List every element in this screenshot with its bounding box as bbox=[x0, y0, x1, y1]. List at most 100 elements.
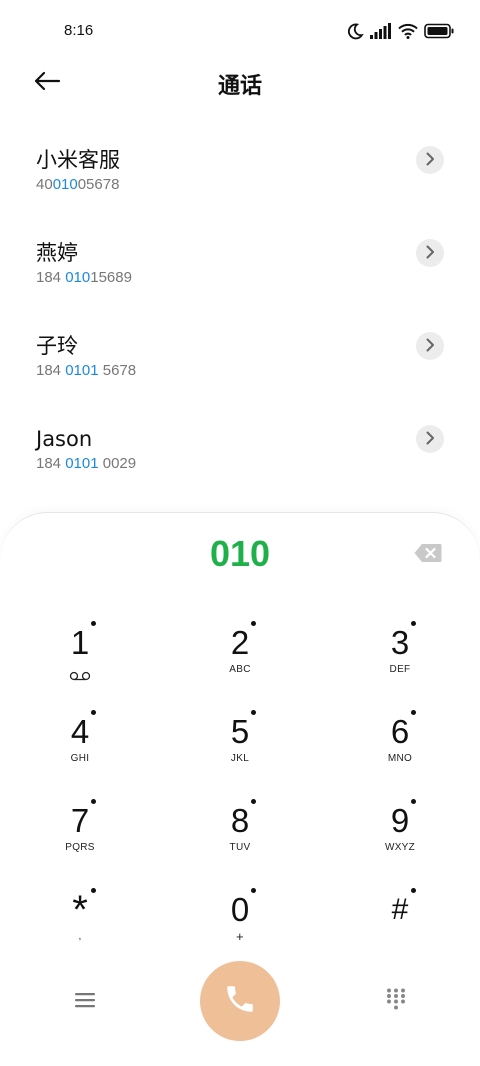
contact-item[interactable]: Jason 184 0101 0029 bbox=[0, 417, 480, 510]
key-4[interactable]: 4 GHI bbox=[0, 702, 160, 791]
key-digit: 6 bbox=[390, 713, 410, 750]
signal-icon bbox=[370, 23, 392, 39]
contact-name: 燕婷 bbox=[36, 241, 78, 265]
contact-name: 子玲 bbox=[36, 334, 78, 358]
phone-icon bbox=[223, 982, 257, 1020]
keypad: 1 2 ABC 3 DEF 4 GHI 5 JKL 6 MNO 7 PQRS 8… bbox=[0, 613, 480, 969]
wifi-icon bbox=[398, 23, 418, 39]
key-letters: PQRS bbox=[65, 842, 95, 853]
number-suffix: 5678 bbox=[98, 362, 137, 379]
key-digit: 4 bbox=[70, 713, 90, 750]
call-button[interactable] bbox=[200, 961, 280, 1041]
backspace-icon bbox=[414, 544, 442, 567]
contact-name: 小米客服 bbox=[36, 148, 120, 172]
key-5[interactable]: 5 JKL bbox=[160, 702, 320, 791]
contact-number: 184 0101 5678 bbox=[36, 360, 480, 382]
key-digit: 1 bbox=[70, 624, 90, 661]
key-digit: 8 bbox=[230, 802, 250, 839]
dialpad-sheet: 010 1 2 ABC 3 DEF 4 GHI 5 JKL 6 MNO 7 PQ… bbox=[0, 512, 480, 1066]
number-prefix: 184 bbox=[36, 455, 66, 472]
number-prefix: 184 bbox=[36, 362, 66, 379]
key-letters: WXYZ bbox=[384, 842, 416, 853]
contact-detail-button[interactable] bbox=[416, 239, 444, 267]
number-suffix: 15689 bbox=[90, 269, 132, 286]
number-suffix: 05678 bbox=[77, 176, 120, 193]
contact-list: 小米客服 4001005678 燕婷 184 01015689 子玲 184 0… bbox=[0, 138, 480, 510]
key-indicator-dot bbox=[91, 888, 96, 893]
chevron-right-icon bbox=[425, 244, 435, 263]
key-indicator-dot bbox=[411, 621, 416, 626]
chevron-right-icon bbox=[425, 337, 435, 356]
key-9[interactable]: 9 WXYZ bbox=[320, 791, 480, 880]
contact-item[interactable]: 燕婷 184 01015689 bbox=[0, 231, 480, 324]
contact-item[interactable]: 子玲 184 0101 5678 bbox=[0, 324, 480, 417]
header: 通话 bbox=[0, 62, 480, 104]
key-0[interactable]: 0 + bbox=[160, 880, 320, 969]
key-letters: ABC bbox=[229, 664, 251, 675]
key-indicator-dot bbox=[411, 888, 416, 893]
key-letters: , bbox=[78, 931, 82, 942]
number-suffix: 0029 bbox=[98, 455, 137, 472]
key-3[interactable]: 3 DEF bbox=[320, 613, 480, 702]
dialer-bottom-bar bbox=[0, 961, 480, 1043]
key-letters: DEF bbox=[389, 664, 411, 675]
number-match: 0101 bbox=[65, 455, 99, 472]
page-title: 通话 bbox=[217, 74, 262, 99]
key-indicator-dot bbox=[411, 710, 416, 715]
contact-item[interactable]: 小米客服 4001005678 bbox=[0, 138, 480, 231]
contact-number: 184 01015689 bbox=[36, 267, 480, 289]
key-indicator-dot bbox=[251, 888, 256, 893]
status-time: 8:16 bbox=[64, 22, 94, 39]
chevron-right-icon bbox=[425, 430, 435, 449]
key-7[interactable]: 7 PQRS bbox=[0, 791, 160, 880]
key-indicator-dot bbox=[251, 710, 256, 715]
key-indicator-dot bbox=[91, 799, 96, 804]
key-indicator-dot bbox=[411, 799, 416, 804]
key-digit: 0 bbox=[230, 891, 250, 928]
key-digit: 7 bbox=[70, 802, 90, 839]
status-bar: 8:16 bbox=[0, 0, 480, 62]
backspace-button[interactable] bbox=[414, 543, 442, 565]
dialpad-icon bbox=[386, 988, 406, 1014]
contact-number: 4001005678 bbox=[36, 174, 480, 196]
key-digit: 3 bbox=[390, 624, 410, 661]
key-digit: # bbox=[391, 893, 409, 926]
contact-name: Jason bbox=[36, 427, 93, 451]
status-icons bbox=[346, 20, 454, 42]
key-indicator-dot bbox=[91, 710, 96, 715]
moon-icon bbox=[346, 22, 364, 40]
key-star[interactable]: * , bbox=[0, 880, 160, 969]
key-8[interactable]: 8 TUV bbox=[160, 791, 320, 880]
number-match: 010 bbox=[65, 269, 91, 286]
key-digit: * bbox=[72, 888, 88, 932]
keypad-toggle-button[interactable] bbox=[383, 988, 409, 1014]
key-2[interactable]: 2 ABC bbox=[160, 613, 320, 702]
key-1[interactable]: 1 bbox=[0, 613, 160, 702]
number-match: 010 bbox=[52, 176, 78, 193]
key-letters: TUV bbox=[229, 842, 251, 853]
key-letters: JKL bbox=[230, 753, 250, 764]
chevron-right-icon bbox=[425, 151, 435, 170]
key-6[interactable]: 6 MNO bbox=[320, 702, 480, 791]
key-letters: MNO bbox=[387, 753, 413, 764]
key-indicator-dot bbox=[251, 799, 256, 804]
contact-number: 184 0101 0029 bbox=[36, 453, 480, 475]
battery-icon bbox=[424, 23, 454, 39]
key-letters: GHI bbox=[70, 753, 90, 764]
dial-input-display[interactable]: 010 bbox=[0, 533, 480, 575]
key-digit: 2 bbox=[230, 624, 250, 661]
voicemail-icon bbox=[69, 666, 91, 685]
number-prefix: 184 bbox=[36, 269, 66, 286]
contact-detail-button[interactable] bbox=[416, 332, 444, 360]
key-hash[interactable]: # bbox=[320, 880, 480, 969]
menu-icon bbox=[75, 992, 95, 1012]
key-digit: 5 bbox=[230, 713, 250, 750]
key-indicator-dot bbox=[91, 621, 96, 626]
menu-button[interactable] bbox=[72, 989, 98, 1015]
number-prefix: 40 bbox=[36, 176, 53, 193]
key-indicator-dot bbox=[251, 621, 256, 626]
contact-detail-button[interactable] bbox=[416, 146, 444, 174]
key-digit: 9 bbox=[390, 802, 410, 839]
contact-detail-button[interactable] bbox=[416, 425, 444, 453]
number-match: 0101 bbox=[65, 362, 99, 379]
